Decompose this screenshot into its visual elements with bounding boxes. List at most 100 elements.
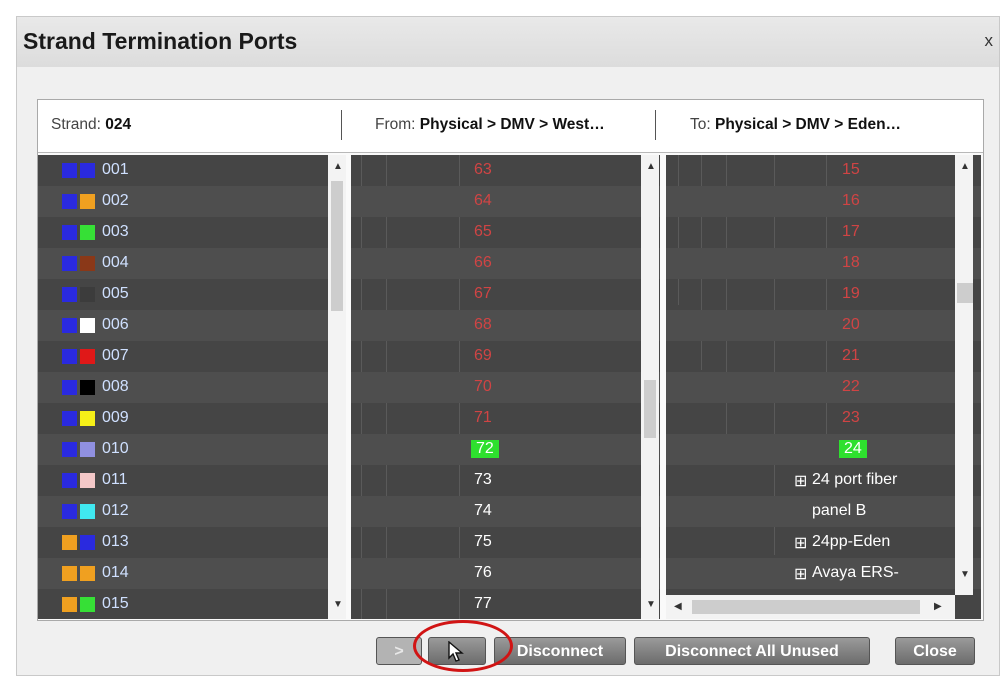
- strand-color-swatch: [80, 442, 95, 457]
- expand-icon[interactable]: ⊞: [794, 471, 807, 491]
- port-number: 76: [474, 564, 492, 581]
- port-number: 20: [842, 316, 860, 333]
- strand-color-swatch: [80, 163, 95, 178]
- port-number: 70: [474, 378, 492, 395]
- strand-label: 004: [102, 254, 129, 271]
- strand-color-swatch: [62, 256, 77, 271]
- port-row[interactable]: 77: [351, 589, 660, 619]
- strand-row[interactable]: 014: [38, 558, 346, 589]
- scroll-down-icon[interactable]: ▼: [646, 599, 656, 610]
- strand-row[interactable]: 006: [38, 310, 346, 341]
- strand-row[interactable]: 007: [38, 341, 346, 372]
- strand-color-swatch: [62, 163, 77, 178]
- strand-row[interactable]: 002: [38, 186, 346, 217]
- port-row[interactable]: 67: [351, 279, 660, 310]
- strand-color-swatch: [80, 256, 95, 271]
- port-row[interactable]: 72: [351, 434, 660, 465]
- port-row[interactable]: 18: [666, 248, 981, 279]
- scroll-up-icon[interactable]: ▲: [646, 161, 656, 172]
- strand-label: 009: [102, 409, 129, 426]
- scroll-thumb[interactable]: [644, 380, 656, 438]
- strand-color-swatch: [80, 287, 95, 302]
- scroll-up-icon[interactable]: ▲: [960, 161, 970, 172]
- ports-panel: Strand: 024 From: Physical > DMV > West……: [37, 99, 984, 621]
- from-scrollbar[interactable]: ▲ ▼: [641, 155, 659, 619]
- port-number: 21: [842, 347, 860, 364]
- to-scrollbar[interactable]: ▲ ▼: [955, 155, 973, 595]
- port-row[interactable]: 17: [666, 217, 981, 248]
- strand-color-swatch: [80, 504, 95, 519]
- scroll-down-icon[interactable]: ▼: [960, 569, 970, 580]
- to-port-list[interactable]: 15 16 17 18 19 20 21 22 23 24 ⊞ 24 port fiber panel …: [666, 155, 981, 619]
- expand-icon[interactable]: ⊞: [794, 564, 807, 584]
- port-number: 74: [474, 502, 492, 519]
- strand-color-swatch: [80, 349, 95, 364]
- strand-row[interactable]: 011: [38, 465, 346, 496]
- strand-color-swatch: [62, 318, 77, 333]
- port-row[interactable]: 74: [351, 496, 660, 527]
- strand-row[interactable]: 003: [38, 217, 346, 248]
- tree-node-label: 24pp-Eden: [812, 533, 891, 550]
- tree-node[interactable]: ⊞ Avaya ERS-: [666, 558, 981, 589]
- port-row[interactable]: 71: [351, 403, 660, 434]
- tree-node[interactable]: ⊞ 24 port fiber: [666, 465, 981, 496]
- strand-row[interactable]: 015: [38, 589, 346, 619]
- disconnect-all-unused-button[interactable]: Disconnect All Unused: [634, 637, 870, 665]
- port-row[interactable]: 20: [666, 310, 981, 341]
- port-row[interactable]: 22: [666, 372, 981, 403]
- tree-node[interactable]: panel B: [666, 496, 981, 527]
- strand-row[interactable]: 005: [38, 279, 346, 310]
- port-row[interactable]: 70: [351, 372, 660, 403]
- strand-color-swatch: [62, 380, 77, 395]
- expand-icon[interactable]: ⊞: [794, 533, 807, 553]
- port-number: 63: [474, 161, 492, 178]
- strand-color-swatch: [62, 504, 77, 519]
- strand-label: 008: [102, 378, 129, 395]
- port-number: 69: [474, 347, 492, 364]
- close-icon[interactable]: x: [985, 31, 994, 51]
- strand-color-swatch: [62, 349, 77, 364]
- disconnect-button[interactable]: Disconnect: [494, 637, 626, 665]
- scroll-right-icon[interactable]: ▶: [934, 601, 942, 612]
- scroll-thumb[interactable]: [692, 600, 920, 614]
- strand-scrollbar[interactable]: ▲ ▼: [328, 155, 346, 619]
- tree-node[interactable]: ⊞ 24pp-Eden: [666, 527, 981, 558]
- port-row[interactable]: 69: [351, 341, 660, 372]
- strand-label: 010: [102, 440, 129, 457]
- scroll-left-icon[interactable]: ◀: [674, 601, 682, 612]
- scroll-up-icon[interactable]: ▲: [333, 161, 343, 172]
- port-row[interactable]: 68: [351, 310, 660, 341]
- close-button[interactable]: Close: [895, 637, 975, 665]
- strand-row[interactable]: 001: [38, 155, 346, 186]
- strand-list[interactable]: 001 002 003 004 005 006 007 008 009 010 011 012 013 0…: [38, 155, 346, 619]
- strand-row[interactable]: 010: [38, 434, 346, 465]
- port-row[interactable]: 23: [666, 403, 981, 434]
- port-row[interactable]: 63: [351, 155, 660, 186]
- port-row[interactable]: 75: [351, 527, 660, 558]
- port-row[interactable]: 24: [666, 434, 981, 465]
- port-number: 17: [842, 223, 860, 240]
- strand-row[interactable]: 008: [38, 372, 346, 403]
- port-row[interactable]: 64: [351, 186, 660, 217]
- scroll-down-icon[interactable]: ▼: [333, 599, 343, 610]
- port-number: 64: [474, 192, 492, 209]
- header-divider: [655, 110, 656, 140]
- strand-row[interactable]: 013: [38, 527, 346, 558]
- scroll-thumb[interactable]: [331, 181, 343, 311]
- to-hscrollbar[interactable]: ◀ ▶: [666, 595, 955, 619]
- from-port-list[interactable]: 63 64 65 66 67 68 69 70 71 72 73 74 75 76 77 ▲ ▼: [351, 155, 660, 619]
- port-row[interactable]: 65: [351, 217, 660, 248]
- port-row[interactable]: 21: [666, 341, 981, 372]
- port-row[interactable]: 15: [666, 155, 981, 186]
- port-row[interactable]: 76: [351, 558, 660, 589]
- port-row[interactable]: 66: [351, 248, 660, 279]
- to-header-value: Physical > DMV > Eden…: [714, 116, 902, 133]
- strand-row[interactable]: 004: [38, 248, 346, 279]
- port-row[interactable]: 19: [666, 279, 981, 310]
- port-number: 23: [842, 409, 860, 426]
- port-row[interactable]: 73: [351, 465, 660, 496]
- scroll-thumb[interactable]: [957, 283, 973, 303]
- port-row[interactable]: 16: [666, 186, 981, 217]
- strand-row[interactable]: 009: [38, 403, 346, 434]
- strand-row[interactable]: 012: [38, 496, 346, 527]
